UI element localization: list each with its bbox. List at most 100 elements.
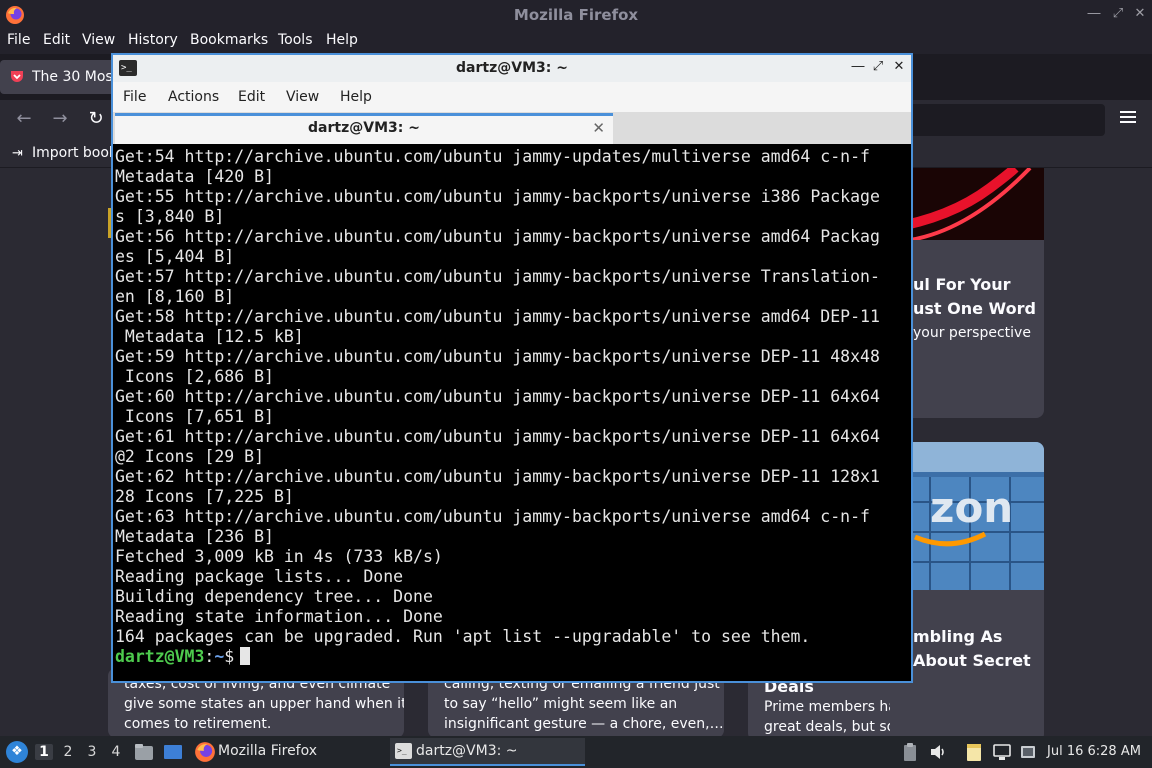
hamburger-menu-icon[interactable] [1118,108,1138,128]
back-icon[interactable]: ← [13,108,35,130]
terminal-output[interactable]: Get:54 http://archive.ubuntu.com/ubuntu … [113,144,911,681]
story-title: ul For Your [913,275,1011,294]
menu-help[interactable]: Help [326,32,358,48]
forward-icon[interactable]: → [49,108,71,130]
url-bar[interactable] [905,104,1105,136]
prompt-sign: $ [224,647,235,666]
start-menu-icon[interactable]: ❖ [6,741,28,763]
maximize-button[interactable]: ⤢ [1110,6,1126,21]
close-tab-icon[interactable]: ✕ [592,119,605,137]
story-excerpt: comes to retirement. [124,716,272,732]
clipboard-icon[interactable] [900,742,920,762]
terminal-output-line: Get:58 http://archive.ubuntu.com/ubuntu … [115,307,880,326]
story-excerpt: Prime members have access to a lot of [764,699,890,715]
taskbar: ❖ 1 2 3 4 Mozilla Firefox >_ dartz@VM3: … [0,736,1152,768]
terminal-output-line: en [8,160 B] [115,287,235,306]
terminal-output-line: Fetched 3,009 kB in 4s (733 kB/s) [115,547,443,566]
prompt-path: ~ [214,647,225,666]
terminal-output-line: Metadata [12.5 kB] [115,327,304,346]
terminal-prompt-line: dartz@VM3:~$ [115,647,909,667]
minimize-button[interactable]: ― [850,59,866,74]
terminal-output-line: Get:60 http://archive.ubuntu.com/ubuntu … [115,387,880,406]
menu-tools[interactable]: Tools [278,32,313,48]
terminal-output-line: Get:55 http://archive.ubuntu.com/ubuntu … [115,187,880,206]
power-manager-icon[interactable] [1018,742,1038,762]
minimize-button[interactable]: ― [1086,6,1102,21]
menu-file[interactable]: File [123,89,146,105]
story-excerpt: insignificant gesture — a chore, even,… [444,716,724,732]
story-image: zon [890,442,1044,590]
network-icon[interactable] [992,742,1012,762]
terminal-cursor [240,647,251,665]
menu-help[interactable]: Help [340,89,372,105]
story-title: mbling As [913,627,1003,646]
taskbar-firefox[interactable]: Mozilla Firefox [192,738,382,766]
story-excerpt: to say “hello” might seem like an [444,696,678,712]
import-bookmarks-link[interactable]: Import book [32,145,117,161]
pocket-icon [11,71,23,82]
file-manager-icon[interactable] [134,742,154,762]
terminal-output-line: 164 packages can be upgraded. Run 'apt l… [115,627,811,646]
terminal-output-line: Get:63 http://archive.ubuntu.com/ubuntu … [115,507,870,526]
terminal-tabbar: dartz@VM3: ~ ✕ [113,112,911,144]
terminal-output-line: Get:62 http://archive.ubuntu.com/ubuntu … [115,467,880,486]
terminal-output-line: es [5,404 B] [115,247,235,266]
window-title: Mozilla Firefox [513,6,639,24]
notes-icon[interactable] [964,742,984,762]
terminal-output-line: Reading package lists... Done [115,567,404,586]
terminal-tab[interactable]: dartz@VM3: ~ ✕ [115,113,613,144]
menu-file[interactable]: File [7,32,30,48]
workspace-3[interactable]: 3 [83,744,101,760]
terminal-output-line: Get:56 http://archive.ubuntu.com/ubuntu … [115,227,880,246]
close-button[interactable]: ✕ [891,59,907,74]
story-card[interactable]: ul For Your ust One Word your perspectiv… [890,168,1044,418]
terminal-titlebar[interactable]: >_ dartz@VM3: ~ ― ⤢ ✕ [113,55,911,82]
terminal-output-line: Icons [2,686 B] [115,367,274,386]
svg-text:zon: zon [930,483,1013,532]
menu-bookmarks[interactable]: Bookmarks [190,32,268,48]
terminal-menubar: File Actions Edit View Help [113,82,911,112]
workspace-2[interactable]: 2 [59,744,77,760]
terminal-icon: >_ [395,743,412,759]
clock[interactable]: Jul 16 6:28 AM [1047,744,1141,759]
story-excerpt: great deals, but some of the best ones [764,719,890,735]
menu-view[interactable]: View [286,89,319,105]
terminal-output-line: s [3,840 B] [115,207,225,226]
story-card-text[interactable]: Deals Prime members have access to a lot… [748,675,890,741]
terminal-window-title: dartz@VM3: ~ [456,60,568,76]
terminal-output-line: Metadata [236 B] [115,527,274,546]
firefox-icon [195,742,215,762]
terminal-output-line: Get:59 http://archive.ubuntu.com/ubuntu … [115,347,880,366]
terminal-window[interactable]: >_ dartz@VM3: ~ ― ⤢ ✕ File Actions Edit … [111,53,913,683]
show-desktop-icon[interactable] [163,742,183,762]
browser-tab-label: The 30 Most [32,69,116,85]
workspace-1[interactable]: 1 [35,744,53,760]
workspace-4[interactable]: 4 [107,744,125,760]
story-excerpt: give some states an upper hand when it [124,696,404,712]
terminal-output-line: Icons [7,651 B] [115,407,274,426]
terminal-output-line: Get:61 http://archive.ubuntu.com/ubuntu … [115,427,880,446]
terminal-output-line: Get:57 http://archive.ubuntu.com/ubuntu … [115,267,880,286]
menu-history[interactable]: History [128,32,178,48]
menu-actions[interactable]: Actions [168,89,219,105]
story-title: About Secret [913,651,1031,670]
close-button[interactable]: ✕ [1132,6,1148,21]
story-excerpt: your perspective [913,325,1031,341]
terminal-output-line: @2 Icons [29 B] [115,447,265,466]
import-icon: ⇥ [12,146,23,161]
browser-tab[interactable]: The 30 Most [0,60,120,94]
terminal-tab-label: dartz@VM3: ~ [308,120,420,136]
menu-edit[interactable]: Edit [43,32,70,48]
taskbar-terminal[interactable]: >_ dartz@VM3: ~ [390,738,585,766]
menu-view[interactable]: View [82,32,115,48]
volume-icon[interactable] [928,742,948,762]
taskbar-firefox-label: Mozilla Firefox [218,743,318,759]
maximize-button[interactable]: ⤢ [870,59,886,74]
reload-icon[interactable]: ↻ [85,108,107,130]
terminal-output-line: Get:54 http://archive.ubuntu.com/ubuntu … [115,147,870,166]
terminal-output-line: Reading state information... Done [115,607,443,626]
menu-edit[interactable]: Edit [238,89,265,105]
terminal-output-line: Building dependency tree... Done [115,587,433,606]
prompt-separator: : [204,647,215,666]
prompt-user: dartz@VM3 [115,647,205,666]
